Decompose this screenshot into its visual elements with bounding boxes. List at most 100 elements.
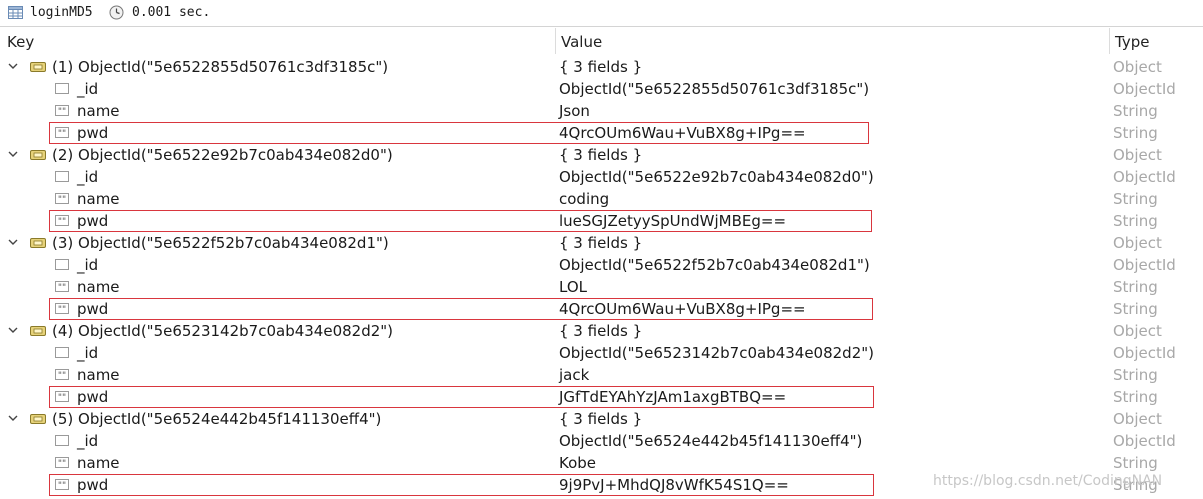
document-icon (30, 326, 46, 336)
field-key: _id (77, 256, 99, 274)
field-key: name (77, 102, 120, 120)
document-type: Object (1113, 410, 1162, 428)
document-value: { 3 fields } (559, 58, 643, 76)
field-value: ObjectId("5e6522855d50761c3df3185c") (559, 80, 870, 98)
field-row-name[interactable]: "" name Json String (0, 101, 1203, 123)
field-type: String (1113, 190, 1158, 208)
document-key: (1) ObjectId("5e6522855d50761c3df3185c") (52, 58, 389, 76)
watermark: https://blog.csdn.net/CodingNAN (933, 473, 1163, 489)
chevron-down-icon[interactable] (7, 60, 19, 72)
field-type: String (1113, 388, 1158, 406)
collection-name: loginMD5 (30, 5, 93, 20)
field-key: name (77, 366, 120, 384)
field-type: ObjectId (1113, 256, 1176, 274)
column-value-header[interactable]: Value (561, 28, 602, 54)
document-type: Object (1113, 58, 1162, 76)
field-row-id[interactable]: _id ObjectId("5e6523142b7c0ab434e082d2")… (0, 343, 1203, 365)
field-value: ObjectId("5e6522e92b7c0ab434e082d0") (559, 168, 874, 186)
field-key: _id (77, 80, 99, 98)
field-value: ObjectId("5e6522f52b7c0ab434e082d1") (559, 256, 870, 274)
field-type: ObjectId (1113, 168, 1176, 186)
column-divider[interactable] (555, 28, 556, 54)
pwd-highlight-box (49, 122, 869, 144)
document-value: { 3 fields } (559, 234, 643, 252)
execution-time: 0.001 sec. (132, 5, 211, 20)
clock-icon (109, 5, 124, 20)
document-type: Object (1113, 234, 1162, 252)
chevron-down-icon[interactable] (7, 324, 19, 336)
document-row[interactable]: (4) ObjectId("5e6523142b7c0ab434e082d2")… (0, 321, 1203, 343)
document-type: Object (1113, 146, 1162, 164)
field-row-name[interactable]: "" name Kobe String (0, 453, 1203, 475)
pwd-highlight-box (49, 474, 874, 496)
field-value: coding (559, 190, 610, 208)
column-key-header[interactable]: Key (7, 28, 34, 54)
field-row-id[interactable]: _id ObjectId("5e6522855d50761c3df3185c")… (0, 79, 1203, 101)
objectid-field-icon (55, 347, 69, 358)
field-type: ObjectId (1113, 344, 1176, 362)
document-row[interactable]: (5) ObjectId("5e6524e442b45f141130eff4")… (0, 409, 1203, 431)
document-row[interactable]: (3) ObjectId("5e6522f52b7c0ab434e082d1")… (0, 233, 1203, 255)
string-field-icon: "" (55, 281, 69, 292)
pwd-highlight-box (49, 386, 874, 408)
field-row-id[interactable]: _id ObjectId("5e6522e92b7c0ab434e082d0")… (0, 167, 1203, 189)
document-row[interactable]: (1) ObjectId("5e6522855d50761c3df3185c")… (0, 57, 1203, 79)
field-type: ObjectId (1113, 432, 1176, 450)
field-value: ObjectId("5e6523142b7c0ab434e082d2") (559, 344, 874, 362)
objectid-field-icon (55, 171, 69, 182)
chevron-down-icon[interactable] (7, 412, 19, 424)
field-key: _id (77, 168, 99, 186)
string-field-icon: "" (55, 369, 69, 380)
field-row-name[interactable]: "" name coding String (0, 189, 1203, 211)
objectid-field-icon (55, 435, 69, 446)
document-icon (30, 150, 46, 160)
string-field-icon: "" (55, 457, 69, 468)
field-type: String (1113, 300, 1158, 318)
column-divider[interactable] (1109, 28, 1110, 54)
field-type: String (1113, 124, 1158, 142)
string-field-icon: "" (55, 193, 69, 204)
pwd-highlight-box (49, 210, 872, 232)
svg-text:"": "" (58, 459, 66, 468)
svg-text:"": "" (58, 107, 66, 116)
string-field-icon: "" (55, 105, 69, 116)
field-type: String (1113, 278, 1158, 296)
document-key: (5) ObjectId("5e6524e442b45f141130eff4") (52, 410, 382, 428)
field-type: String (1113, 102, 1158, 120)
document-key: (2) ObjectId("5e6522e92b7c0ab434e082d0") (52, 146, 393, 164)
table-icon (8, 6, 23, 19)
column-type-header[interactable]: Type (1115, 28, 1149, 54)
field-value: jack (559, 366, 590, 384)
document-value: { 3 fields } (559, 322, 643, 340)
document-row[interactable]: (2) ObjectId("5e6522e92b7c0ab434e082d0")… (0, 145, 1203, 167)
document-icon (30, 414, 46, 424)
field-key: name (77, 190, 120, 208)
document-key: (3) ObjectId("5e6522f52b7c0ab434e082d1") (52, 234, 389, 252)
field-value: LOL (559, 278, 587, 296)
field-key: name (77, 454, 120, 472)
chevron-down-icon[interactable] (7, 236, 19, 248)
field-row-name[interactable]: "" name jack String (0, 365, 1203, 387)
field-key: _id (77, 432, 99, 450)
objectid-field-icon (55, 83, 69, 94)
field-value: ObjectId("5e6524e442b45f141130eff4") (559, 432, 863, 450)
objectid-field-icon (55, 259, 69, 270)
svg-text:"": "" (58, 371, 66, 380)
field-value: Json (559, 102, 590, 120)
field-type: String (1113, 454, 1158, 472)
document-icon (30, 62, 46, 72)
chevron-down-icon[interactable] (7, 148, 19, 160)
column-header: Key Value Type (0, 28, 1203, 54)
result-titlebar: loginMD5 0.001 sec. (0, 0, 1203, 27)
document-value: { 3 fields } (559, 410, 643, 428)
document-type: Object (1113, 322, 1162, 340)
field-row-id[interactable]: _id ObjectId("5e6524e442b45f141130eff4")… (0, 431, 1203, 453)
field-type: String (1113, 212, 1158, 230)
field-row-id[interactable]: _id ObjectId("5e6522f52b7c0ab434e082d1")… (0, 255, 1203, 277)
document-key: (4) ObjectId("5e6523142b7c0ab434e082d2") (52, 322, 394, 340)
field-type: ObjectId (1113, 80, 1176, 98)
field-row-name[interactable]: "" name LOL String (0, 277, 1203, 299)
field-key: name (77, 278, 120, 296)
document-value: { 3 fields } (559, 146, 643, 164)
document-icon (30, 238, 46, 248)
